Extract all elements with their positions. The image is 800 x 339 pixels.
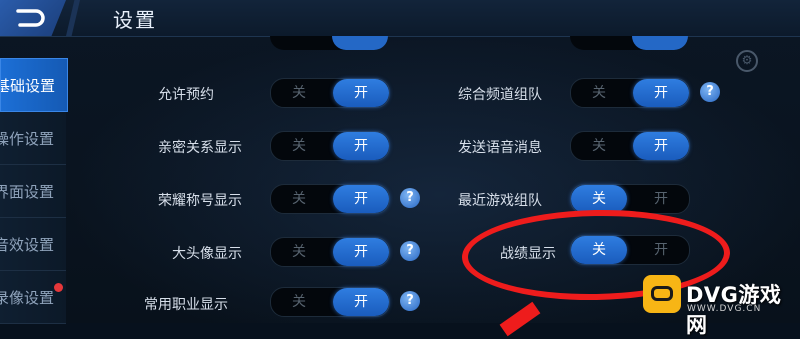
sidebar-item-controls[interactable]: 操作设置 bbox=[0, 112, 66, 165]
settings-gear-icon[interactable]: ⚙ bbox=[736, 50, 758, 72]
partial-toggle-selected bbox=[632, 36, 688, 50]
sidebar-item-interface[interactable]: 界面设置 bbox=[0, 165, 66, 218]
toggle-common-role-display[interactable]: 关 开 bbox=[270, 287, 390, 317]
sidebar-item-label: 界面设置 bbox=[0, 182, 55, 201]
toggle-off-option[interactable]: 关 bbox=[271, 238, 327, 266]
sidebar-item-label: 操作设置 bbox=[0, 129, 55, 148]
help-icon[interactable]: ? bbox=[400, 188, 420, 208]
setting-label: 发送语音消息 bbox=[458, 140, 542, 156]
sidebar-item-label: 基础设置 bbox=[0, 76, 56, 95]
toggle-on-option[interactable]: 开 bbox=[633, 79, 689, 107]
toggle-on-option[interactable]: 开 bbox=[333, 132, 389, 160]
help-icon[interactable]: ? bbox=[700, 82, 720, 102]
notification-badge bbox=[54, 283, 63, 292]
toggle-off-option[interactable]: 关 bbox=[571, 132, 627, 160]
partial-toggle[interactable] bbox=[270, 36, 388, 50]
help-icon[interactable]: ? bbox=[400, 241, 420, 261]
toggle-on-option[interactable]: 开 bbox=[333, 79, 389, 107]
header-bar: 设置 bbox=[0, 0, 800, 37]
toggle-on-option[interactable]: 开 bbox=[333, 238, 389, 266]
toggle-off-option[interactable]: 关 bbox=[271, 79, 327, 107]
back-arrow-icon bbox=[16, 9, 45, 27]
watermark-url: WWW.DVG.CN bbox=[687, 304, 762, 314]
sidebar-item-basic[interactable]: 基础设置 bbox=[0, 58, 68, 112]
toggle-off-option[interactable]: 关 bbox=[271, 132, 327, 160]
toggle-off-option[interactable]: 关 bbox=[271, 185, 327, 213]
toggle-channel-team[interactable]: 关 开 bbox=[570, 78, 690, 108]
sidebar-item-label: 音效设置 bbox=[0, 235, 55, 254]
partial-toggle[interactable] bbox=[570, 36, 688, 50]
toggle-large-avatar-display[interactable]: 关 开 bbox=[270, 237, 390, 267]
toggle-on-option[interactable]: 开 bbox=[633, 185, 689, 213]
help-icon[interactable]: ? bbox=[400, 291, 420, 311]
toggle-intimacy-display[interactable]: 关 开 bbox=[270, 131, 390, 161]
sidebar-item-recording[interactable]: 录像设置 bbox=[0, 271, 66, 324]
toggle-on-option[interactable]: 开 bbox=[333, 185, 389, 213]
toggle-send-voice-message[interactable]: 关 开 bbox=[570, 131, 690, 161]
toggle-allow-reservation[interactable]: 关 开 bbox=[270, 78, 390, 108]
setting-label: 允许预约 bbox=[158, 87, 214, 103]
setting-label: 亲密关系显示 bbox=[158, 140, 242, 156]
setting-label: 常用职业显示 bbox=[144, 297, 228, 313]
setting-label: 最近游戏组队 bbox=[458, 193, 542, 209]
sidebar-item-label: 录像设置 bbox=[0, 288, 55, 307]
toggle-off-option[interactable]: 关 bbox=[571, 79, 627, 107]
sidebar: 基础设置 操作设置 界面设置 音效设置 录像设置 bbox=[0, 58, 68, 324]
watermark-gamepad-icon bbox=[643, 275, 681, 313]
sidebar-item-audio[interactable]: 音效设置 bbox=[0, 218, 66, 271]
header-divider bbox=[66, 0, 80, 36]
back-button[interactable] bbox=[0, 0, 66, 36]
toggle-on-option[interactable]: 开 bbox=[633, 132, 689, 160]
toggle-off-option[interactable]: 关 bbox=[271, 288, 327, 316]
page-title: 设置 bbox=[113, 8, 157, 32]
setting-label: 大头像显示 bbox=[172, 246, 242, 262]
toggle-off-option[interactable]: 关 bbox=[571, 185, 627, 213]
toggle-honor-title-display[interactable]: 关 开 bbox=[270, 184, 390, 214]
partial-toggle-selected bbox=[332, 36, 388, 50]
setting-label: 荣耀称号显示 bbox=[158, 193, 242, 209]
toggle-on-option[interactable]: 开 bbox=[333, 288, 389, 316]
setting-label: 综合频道组队 bbox=[458, 87, 542, 103]
